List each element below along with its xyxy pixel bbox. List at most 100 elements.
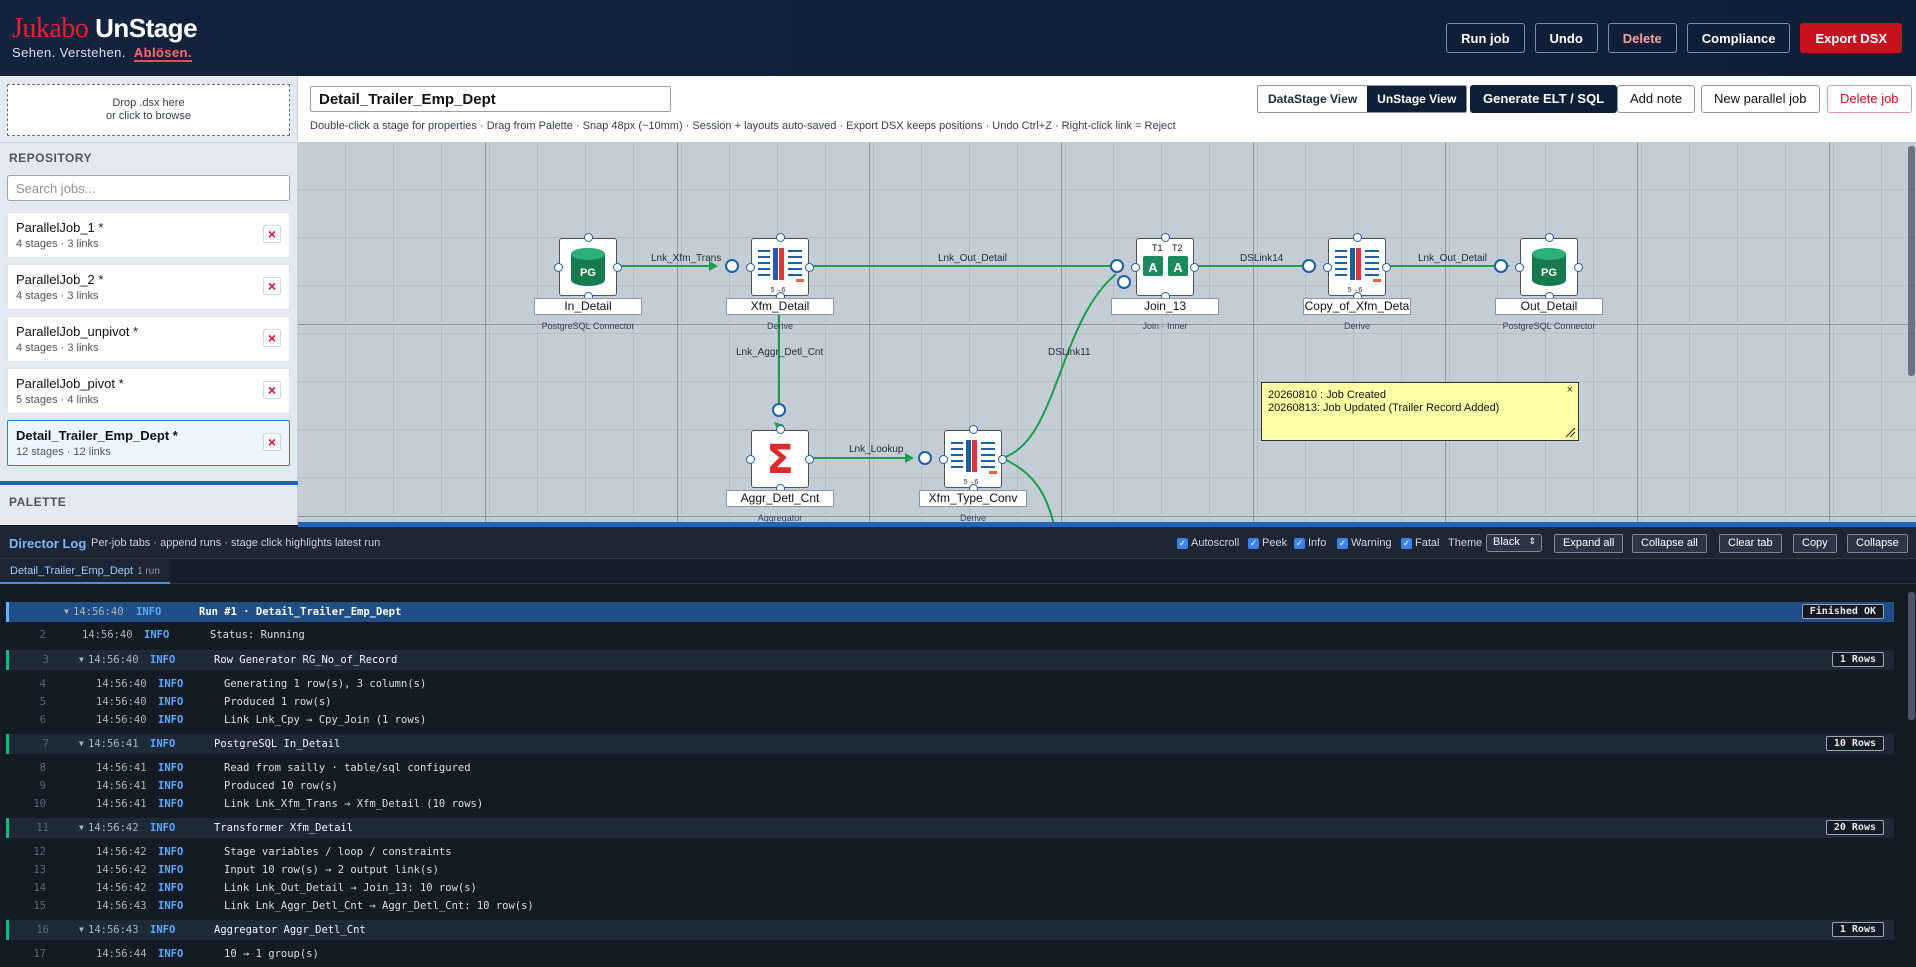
link-label[interactable]: Lnk_Lookup [849, 444, 904, 455]
remove-job-icon[interactable]: × [263, 277, 281, 295]
collapse-triangle-icon[interactable]: ▼ [79, 818, 84, 838]
canvas-scrollbar[interactable] [1908, 146, 1915, 376]
close-note-icon[interactable]: × [1567, 384, 1573, 397]
stage-name[interactable]: Out_Detail [1495, 298, 1603, 315]
delete-job-button[interactable]: Delete job [1827, 85, 1912, 113]
job-item[interactable]: ParallelJob_2 * 4 stages · 3 links × [7, 264, 290, 310]
svg-text:A: A [1173, 260, 1183, 275]
link-label[interactable]: DSLink14 [1240, 253, 1283, 264]
log-group-header[interactable]: 11 ▼ 14:56:42 INFO Transformer Xfm_Detail 20 … [6, 818, 1894, 838]
log-group-header[interactable]: 7 ▼ 14:56:41 INFO PostgreSQL In_Detail 10 Row… [6, 734, 1894, 754]
dsx-drop-zone[interactable]: Drop .dsx here or click to browse [7, 84, 290, 136]
link-line[interactable] [1001, 273, 1117, 459]
log-tabs: Detail_Trailer_Emp_Dept 1 run [0, 559, 1916, 584]
remove-job-icon[interactable]: × [263, 433, 281, 451]
stage-name[interactable]: In_Detail [534, 298, 642, 315]
log-group-header[interactable]: 16 ▼ 14:56:43 INFO Aggregator Aggr_Detl_Cnt 1… [6, 920, 1894, 940]
undo-button[interactable]: Undo [1534, 23, 1598, 53]
join-t2: T2 [1172, 243, 1183, 253]
expand-all-button[interactable]: Expand all [1554, 534, 1624, 553]
generate-elt-sql-button[interactable]: Generate ELT / SQL [1470, 85, 1618, 113]
palette-heading[interactable]: PALETTE [9, 495, 66, 509]
stage-name[interactable]: Aggr_Detl_Cnt [726, 490, 834, 507]
remove-job-icon[interactable]: × [263, 381, 281, 399]
stage-xfm-type-conv[interactable]: 5→6 [939, 425, 1007, 493]
collapse-all-button[interactable]: Collapse all [1632, 534, 1707, 553]
compliance-button[interactable]: Compliance [1686, 23, 1791, 53]
link-label[interactable]: Lnk_Aggr_Detl_Cnt [736, 347, 823, 358]
job-item[interactable]: ParallelJob_1 * 4 stages · 3 links × [7, 212, 290, 258]
stage-join-13[interactable]: T1 T2 A A [1131, 233, 1199, 301]
resize-handle-icon[interactable] [1564, 426, 1576, 438]
theme-select[interactable]: Black ⇕ [1486, 534, 1542, 552]
pg-badge: PG [580, 267, 596, 279]
stage-name[interactable]: Copy_of_Xfm_Deta [1303, 298, 1411, 315]
remove-job-icon[interactable]: × [263, 329, 281, 347]
link-label[interactable]: DSLink11 [1048, 347, 1091, 358]
job-item[interactable]: ParallelJob_unpivot * 4 stages · 3 links… [7, 316, 290, 362]
stage-xfm-detail[interactable]: 5→6 [746, 233, 814, 301]
log-tab-active[interactable]: Detail_Trailer_Emp_Dept 1 run [0, 559, 170, 584]
add-note-button[interactable]: Add note [1617, 85, 1696, 113]
browse-label: or click to browse [106, 110, 191, 122]
search-jobs-input[interactable] [7, 175, 290, 201]
log-row: 5 14:56:40 INFO Produced 1 row(s) [39, 696, 332, 708]
remove-job-icon[interactable]: × [263, 225, 281, 243]
collapse-triangle-icon[interactable]: ▼ [64, 602, 69, 622]
clear-tab-button[interactable]: Clear tab [1719, 534, 1782, 553]
transformer-icon: 5→6 [758, 248, 804, 294]
log-run-header[interactable]: ▼ 14:56:40 INFO Run #1 · Detail_Trailer_… [6, 602, 1894, 622]
collapse-triangle-icon[interactable]: ▼ [79, 920, 84, 940]
job-note[interactable]: 20260810 : Job Created 20260813: Job Upd… [1261, 382, 1579, 441]
log-toolbar: Director Log Per-job tabs · append runs … [0, 527, 1916, 559]
check-icon: ✓ [1294, 537, 1305, 549]
sigma-icon: Σ [766, 437, 793, 483]
sidebar: Drop .dsx here or click to browse REPOSI… [0, 76, 298, 525]
stage-name[interactable]: Xfm_Detail [726, 298, 834, 315]
run-job-button[interactable]: Run job [1446, 23, 1525, 53]
link-label[interactable]: Lnk_Xfm_Trans [651, 253, 721, 264]
collapse-log-button[interactable]: Collapse [1847, 534, 1908, 553]
stage-in-detail[interactable]: PG [554, 233, 622, 301]
warning-checkbox[interactable]: ✓ Warning [1337, 537, 1392, 549]
log-group-header[interactable]: 3 ▼ 14:56:40 INFO Row Generator RG_No_of_Rec… [6, 650, 1894, 670]
datastage-view-tab[interactable]: DataStage View [1258, 86, 1367, 112]
autoscroll-checkbox[interactable]: ✓ Autoscroll [1177, 537, 1239, 549]
stage-type: Derive [1343, 321, 1370, 331]
job-item[interactable]: ParallelJob_pivot * 5 stages · 4 links × [7, 368, 290, 414]
stage-aggr-detl-cnt[interactable]: Σ [746, 425, 814, 493]
link-label[interactable]: Lnk_Out_Detail [1418, 253, 1487, 264]
log-row: 2 14:56:40 INFO Status: Running [39, 629, 305, 641]
log-row: 6 14:56:40 INFO Link Lnk_Cpy → Cpy_Join (1 … [39, 714, 427, 726]
link-label[interactable]: Lnk_Out_Detail [938, 253, 1007, 264]
log-scrollbar[interactable] [1908, 592, 1915, 720]
stage-name[interactable]: Xfm_Type_Conv [919, 490, 1027, 507]
logo-name: UnStage [95, 13, 198, 43]
job-header: DataStage View UnStage View Generate ELT… [298, 76, 1916, 142]
log-row: 12 14:56:42 INFO Stage variables / loop / c… [33, 846, 452, 858]
run-status-badge: Finished OK [1801, 604, 1884, 619]
canvas-hint: Double-click a stage for properties · Dr… [310, 120, 1176, 132]
job-item-active[interactable]: Detail_Trailer_Emp_Dept * 12 stages · 12… [7, 420, 290, 466]
unstage-view-tab[interactable]: UnStage View [1367, 86, 1467, 112]
new-parallel-job-button[interactable]: New parallel job [1701, 85, 1820, 113]
info-checkbox[interactable]: ✓ Info [1294, 537, 1326, 549]
log-row: 17 14:56:44 INFO 10 → 1 group(s) [33, 948, 319, 960]
join-t1: T1 [1152, 243, 1163, 253]
export-dsx-button[interactable]: Export DSX [1800, 23, 1902, 53]
transformer-icon: 5→6 [1335, 248, 1381, 294]
copy-log-button[interactable]: Copy [1793, 534, 1837, 553]
stage-type: Derive [766, 321, 793, 331]
job-meta: 4 stages · 3 links [16, 238, 99, 250]
fatal-checkbox[interactable]: ✓ Fatal [1401, 537, 1439, 549]
peek-checkbox[interactable]: ✓ Peek [1248, 537, 1287, 549]
stage-out-detail[interactable]: PG [1515, 233, 1583, 301]
collapse-triangle-icon[interactable]: ▼ [79, 734, 84, 754]
job-name-input[interactable] [310, 86, 671, 112]
stage-name[interactable]: Join_13 [1111, 298, 1219, 315]
stage-copy-of-xfm-detail[interactable]: 5→6 [1323, 233, 1391, 301]
collapse-triangle-icon[interactable]: ▼ [79, 650, 84, 670]
delete-button[interactable]: Delete [1607, 23, 1677, 53]
job-canvas[interactable]: Lnk_Xfm_Trans Lnk_Out_Detail DSLink14 Ln… [298, 142, 1916, 525]
log-body[interactable]: ▼ 14:56:40 INFO Run #1 · Detail_Trailer_… [0, 584, 1916, 967]
